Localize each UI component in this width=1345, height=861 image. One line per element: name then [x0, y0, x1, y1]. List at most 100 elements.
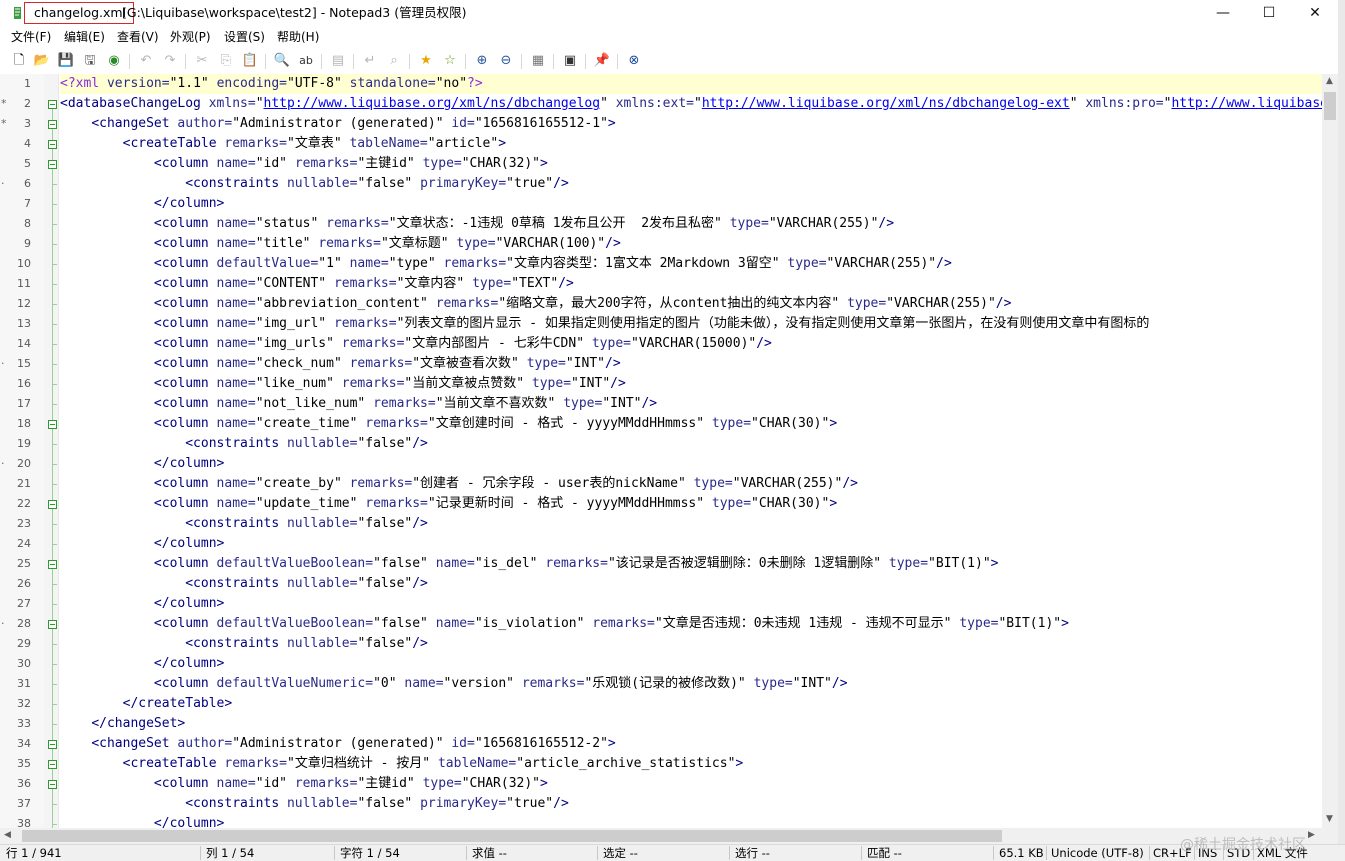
favorite-icon[interactable]: ★ [417, 52, 435, 70]
code-line[interactable]: <createTable remarks="文章归档统计 - 按月" table… [60, 754, 744, 774]
code-line[interactable]: </column> [60, 814, 224, 828]
menu-file[interactable]: 文件(F) [11, 29, 51, 46]
code-line[interactable]: <column defaultValueNumeric="0" name="ve… [60, 674, 848, 694]
save-as-icon[interactable]: 🖫 [81, 52, 99, 70]
fold-toggle-icon[interactable] [48, 740, 57, 749]
open-folder-icon[interactable]: 📂 [33, 52, 51, 70]
horizontal-scroll-thumb[interactable] [22, 830, 1002, 842]
fold-toggle-icon[interactable] [48, 780, 57, 789]
code-line[interactable]: <column name="title" remarks="文章标题" type… [60, 234, 621, 254]
code-line[interactable]: <changeSet author="Administrator (genera… [60, 734, 615, 754]
code-line[interactable]: <column name="check_num" remarks="文章被查看次… [60, 354, 621, 374]
status-match[interactable]: 匹配 -- [867, 846, 902, 861]
status-column[interactable]: 列 1 / 54 [206, 846, 254, 861]
menu-edit[interactable]: 编辑(E) [64, 29, 105, 46]
code-line[interactable]: </column> [60, 454, 224, 474]
code-line[interactable]: <column name="CONTENT" remarks="文章内容" ty… [60, 274, 574, 294]
code-line[interactable]: <column name="like_num" remarks="当前文章被点赞… [60, 374, 626, 394]
scroll-down-icon[interactable]: ▼ [1326, 814, 1333, 824]
fold-toggle-icon[interactable] [48, 140, 57, 149]
code-line[interactable]: <constraints nullable="false"/> [60, 574, 428, 594]
code-line[interactable]: <column name="create_by" remarks="创建者 - … [60, 474, 858, 494]
fold-toggle-icon[interactable] [48, 760, 57, 769]
code-url-link[interactable]: http://www.liquibase.org/xml/ns/pro [1171, 96, 1322, 111]
close-button[interactable]: ✕ [1292, 0, 1338, 26]
code-line[interactable]: <databaseChangeLog xmlns="http://www.liq… [60, 94, 1322, 114]
code-url-link[interactable]: http://www.liquibase.org/xml/ns/dbchange… [264, 96, 601, 111]
replace-icon[interactable]: ab [297, 52, 315, 70]
menu-help[interactable]: 帮助(H) [277, 29, 319, 46]
code-line[interactable]: <column name="abbreviation_content" rema… [60, 294, 1012, 314]
code-line[interactable]: <constraints nullable="false" primaryKey… [60, 794, 569, 814]
status-character[interactable]: 字符 1 / 54 [340, 846, 400, 861]
console-icon[interactable]: ▣ [561, 52, 579, 70]
code-line[interactable]: <column defaultValueBoolean="false" name… [60, 614, 1069, 634]
code-line[interactable]: <constraints nullable="false" primaryKey… [60, 174, 569, 194]
code-line[interactable]: <column defaultValue="1" name="type" rem… [60, 254, 952, 274]
close-doc-icon[interactable]: ⊗ [625, 52, 643, 70]
code-line[interactable]: </changeSet> [60, 714, 185, 734]
menu-settings[interactable]: 设置(S) [224, 29, 265, 46]
code-line[interactable]: <column name="img_urls" remarks="文章内部图片 … [60, 334, 772, 354]
horizontal-scrollbar[interactable]: ◀ ▶ [0, 828, 1322, 844]
goto-icon[interactable]: ▤ [329, 52, 347, 70]
code-line[interactable]: </column> [60, 194, 224, 214]
wordwrap-icon[interactable]: ↵ [361, 52, 379, 70]
status-encoding[interactable]: Unicode (UTF-8) [1051, 846, 1144, 861]
fold-toggle-icon[interactable] [48, 560, 57, 569]
scroll-up-icon[interactable]: ▲ [1326, 76, 1333, 86]
code-line[interactable]: <changeSet author="Administrator (genera… [60, 114, 615, 134]
code-line[interactable]: <createTable remarks="文章表" tableName="ar… [60, 134, 506, 154]
fold-toggle-icon[interactable] [48, 420, 57, 429]
editor-area[interactable]: 1 2 * 3 * 4 5 6 · 7 8 9 10 11 12 13 14 15 · 16 17 18 19 20 · 21 22… [0, 74, 1322, 828]
menu-appearance[interactable]: 外观(P) [170, 29, 211, 46]
copy-icon[interactable]: ⎘ [217, 52, 235, 70]
undo-icon[interactable]: ↶ [137, 52, 155, 70]
code-line[interactable]: <column name="update_time" remarks="记录更新… [60, 494, 837, 514]
minimize-button[interactable]: — [1200, 0, 1246, 26]
fold-toggle-icon[interactable] [48, 500, 57, 509]
code-line[interactable]: <column name="not_like_num" remarks="当前文… [60, 394, 657, 414]
scheme-icon[interactable]: ▦ [529, 52, 547, 70]
code-line[interactable]: </column> [60, 654, 224, 674]
paste-icon[interactable]: 📋 [241, 52, 259, 70]
cut-icon[interactable]: ✂ [193, 52, 211, 70]
browse-icon[interactable]: ◉ [105, 52, 123, 70]
vertical-scroll-thumb[interactable] [1324, 92, 1336, 120]
new-file-icon[interactable]: 🗋 [10, 52, 28, 70]
maximize-button[interactable]: ☐ [1246, 0, 1292, 26]
pin-icon[interactable]: 📌 [593, 52, 611, 70]
find-next-icon[interactable]: ⌕ [385, 52, 403, 70]
status-eval[interactable]: 求值 -- [472, 846, 507, 861]
code-line[interactable]: </column> [60, 534, 224, 554]
save-icon[interactable]: 💾 [57, 52, 75, 70]
fold-toggle-icon[interactable] [48, 120, 57, 129]
status-selected-lines[interactable]: 选行 -- [735, 846, 770, 861]
add-favorite-icon[interactable]: ☆ [441, 52, 459, 70]
fold-toggle-icon[interactable] [48, 620, 57, 629]
fold-toggle-icon[interactable] [48, 160, 57, 169]
code-line[interactable]: <column name="status" remarks="文章状态：-1违规… [60, 214, 894, 234]
find-icon[interactable]: 🔍 [273, 52, 291, 70]
code-line[interactable]: <?xml version="1.1" encoding="UTF-8" sta… [60, 74, 483, 94]
code-line[interactable]: </column> [60, 594, 224, 614]
code-line[interactable]: <constraints nullable="false"/> [60, 634, 428, 654]
code-line[interactable]: </createTable> [60, 694, 233, 714]
code-line[interactable]: <column name="img_url" remarks="列表文章的图片显… [60, 314, 1149, 334]
code-line[interactable]: <constraints nullable="false"/> [60, 434, 428, 454]
vertical-scrollbar[interactable]: ▲ ▼ [1322, 74, 1338, 828]
code-line[interactable]: <column name="create_time" remarks="文章创建… [60, 414, 837, 434]
zoom-out-icon[interactable]: ⊖ [497, 52, 515, 70]
code-view[interactable]: <?xml version="1.1" encoding="UTF-8" sta… [60, 74, 1322, 828]
status-file-size[interactable]: 65.1 KB [999, 846, 1044, 861]
code-line[interactable]: <column name="id" remarks="主键id" type="C… [60, 154, 548, 174]
redo-icon[interactable]: ↷ [161, 52, 179, 70]
zoom-in-icon[interactable]: ⊕ [473, 52, 491, 70]
fold-toggle-icon[interactable] [48, 100, 57, 109]
status-selected[interactable]: 选定 -- [603, 846, 638, 861]
code-line[interactable]: <column name="id" remarks="主键id" type="C… [60, 774, 548, 794]
code-line[interactable]: <constraints nullable="false"/> [60, 514, 428, 534]
scroll-left-icon[interactable]: ◀ [4, 830, 11, 840]
menu-view[interactable]: 查看(V) [117, 29, 159, 46]
code-url-link[interactable]: http://www.liquibase.org/xml/ns/dbchange… [702, 96, 1070, 111]
